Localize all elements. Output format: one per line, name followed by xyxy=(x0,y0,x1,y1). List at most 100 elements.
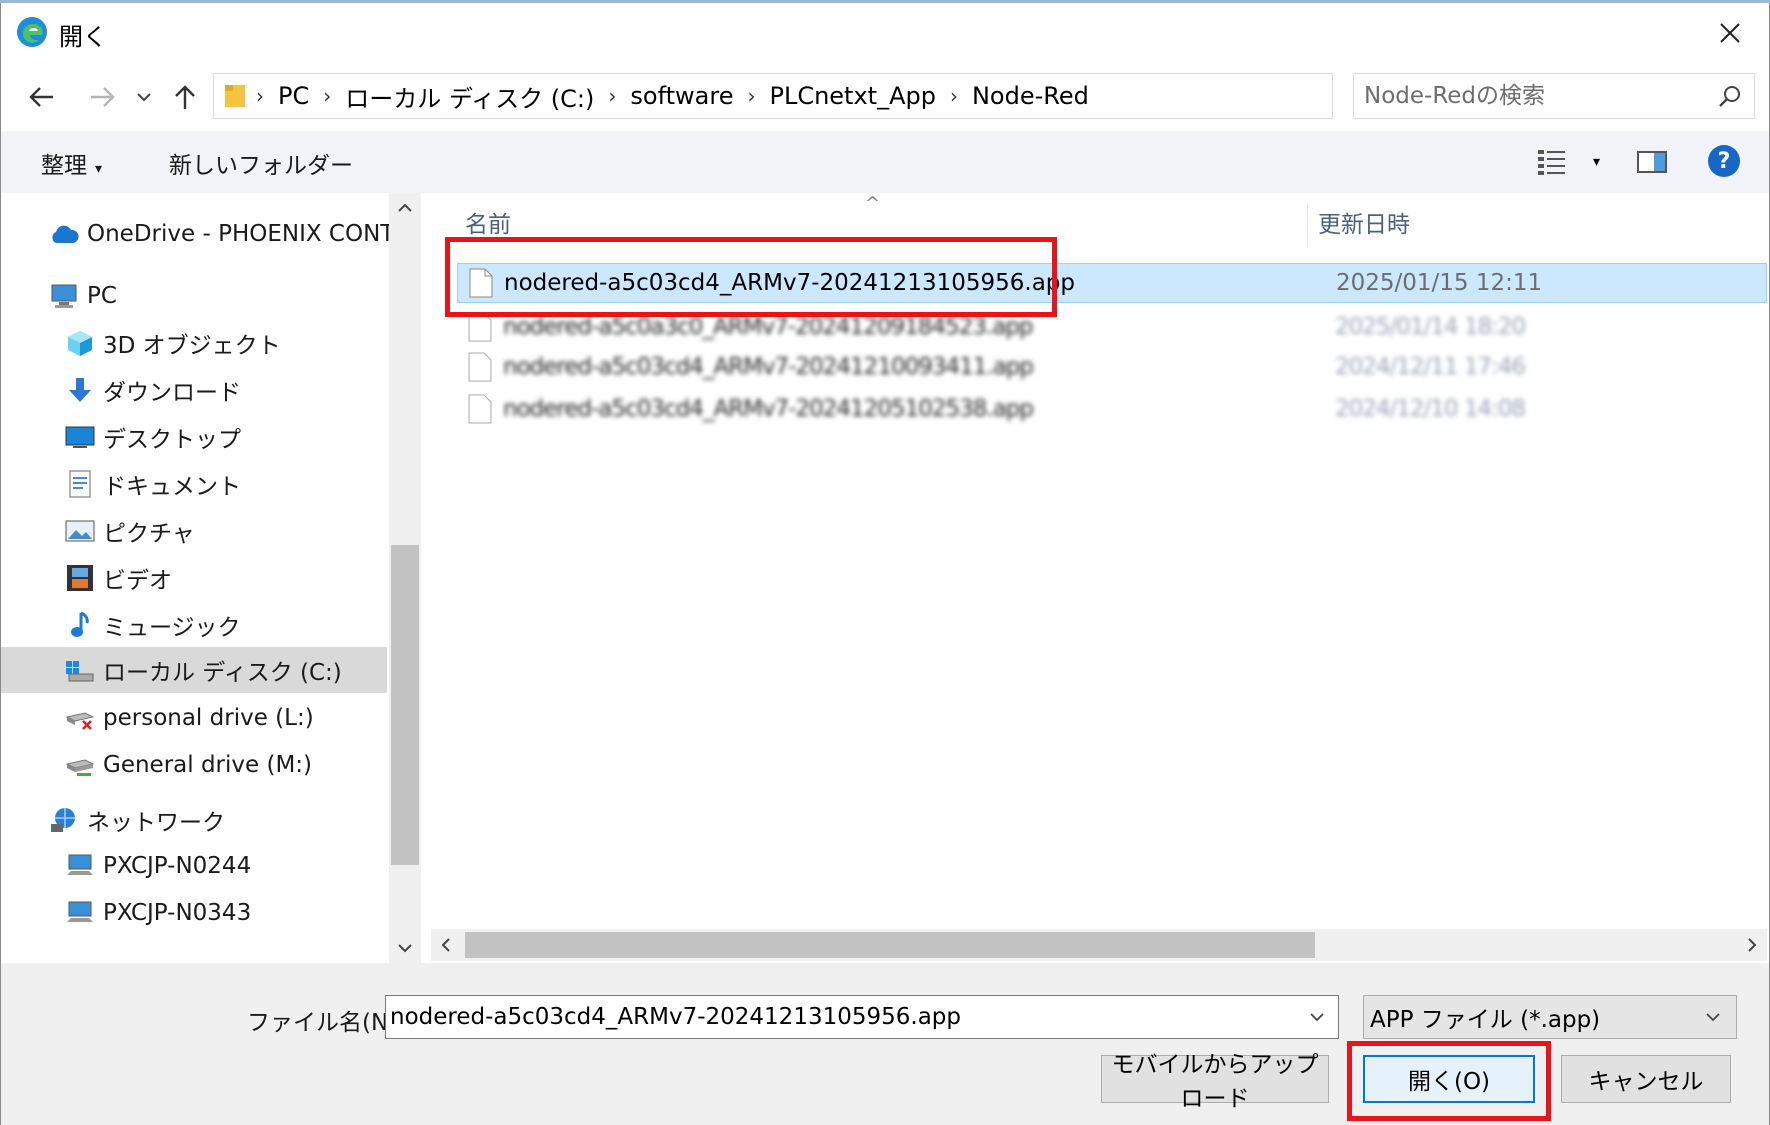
file-list: ^ 名前 更新日時 nodered-a5c03cd4_ARMv7-2024121… xyxy=(425,193,1767,963)
nav-item-personal-drive[interactable]: personal drive (L:) xyxy=(1,695,387,741)
organize-label: 整理 xyxy=(41,153,87,179)
up-button[interactable] xyxy=(165,69,205,125)
scroll-right-button[interactable] xyxy=(1737,929,1767,961)
download-arrow-icon xyxy=(65,375,95,405)
open-file-dialog: 開く › PC › ローカル ディスク (C:) › software › PL… xyxy=(0,3,1770,1125)
breadcrumb: › PC › ローカル ディスク (C:) › software › PLCne… xyxy=(256,74,1089,118)
nav-item-downloads[interactable]: ダウンロード xyxy=(1,367,387,413)
close-button[interactable] xyxy=(1705,11,1755,55)
breadcrumb-separator: › xyxy=(608,84,617,108)
nav-item-label: ドキュメント xyxy=(103,474,241,500)
new-folder-button[interactable]: 新しいフォルダー xyxy=(169,146,353,180)
breadcrumb-item-plcnetxt-app[interactable]: PLCnetxt_App xyxy=(769,82,936,110)
open-button[interactable]: 開く(O) xyxy=(1363,1055,1535,1103)
nav-item-label: ミュージック xyxy=(103,615,241,641)
file-row-selected[interactable]: nodered-a5c03cd4_ARMv7-20241213105956.ap… xyxy=(457,263,1767,303)
filename-label: ファイル名(N): xyxy=(247,1010,405,1036)
file-row[interactable]: nodered-a5c03cd4_ARMv7-20241210093411.ap… xyxy=(457,347,1767,387)
chevron-down-icon xyxy=(398,944,412,953)
search-icon xyxy=(1719,86,1740,107)
recent-locations-button[interactable] xyxy=(129,69,159,125)
scrollbar-thumb[interactable] xyxy=(465,932,1315,958)
filename-dropdown[interactable] xyxy=(1302,1002,1332,1032)
computer-icon xyxy=(49,281,79,311)
navigation-bar: › PC › ローカル ディスク (C:) › software › PLCne… xyxy=(1,69,1769,125)
close-icon xyxy=(1720,23,1740,43)
filename-combobox[interactable] xyxy=(385,995,1339,1039)
nav-item-onedrive[interactable]: OneDrive - PHOENIX CONTA xyxy=(1,211,408,257)
nav-item-pictures[interactable]: ピクチャ xyxy=(1,508,387,554)
edge-browser-icon xyxy=(17,17,47,47)
forward-button[interactable] xyxy=(83,69,123,125)
upload-from-mobile-button[interactable]: モバイルからアップロード xyxy=(1101,1052,1329,1112)
nav-item-general-drive[interactable]: General drive (M:) xyxy=(1,742,387,788)
file-row[interactable]: nodered-a5c0a3c0_ARMv7-20241209184523.ap… xyxy=(457,307,1767,347)
file-icon xyxy=(468,312,492,342)
scrollbar-thumb[interactable] xyxy=(391,545,419,865)
search-input[interactable] xyxy=(1364,81,1694,111)
help-button[interactable]: ? xyxy=(1708,145,1740,177)
nav-item-label: PXCJP-N0343 xyxy=(103,900,252,926)
file-date: 2025/01/14 18:20 xyxy=(1335,314,1526,340)
column-header-name[interactable]: 名前 xyxy=(465,193,511,251)
file-icon xyxy=(469,268,493,298)
breadcrumb-separator: › xyxy=(747,84,756,108)
navigation-pane-scrollbar[interactable] xyxy=(389,193,421,963)
dialog-title: 開く xyxy=(59,23,107,51)
file-date: 2024/12/11 17:46 xyxy=(1335,354,1526,380)
video-icon xyxy=(65,563,95,593)
column-header-date[interactable]: 更新日時 xyxy=(1318,193,1410,251)
scroll-up-button[interactable] xyxy=(389,193,421,223)
sort-indicator: ^ xyxy=(865,193,881,214)
nav-item-videos[interactable]: ビデオ xyxy=(1,555,387,601)
view-options-dropdown[interactable]: ▾ xyxy=(1593,145,1600,179)
back-button[interactable] xyxy=(21,69,61,125)
filetype-select[interactable]: APP ファイル (*.app) xyxy=(1363,995,1737,1039)
music-note-icon xyxy=(65,610,95,640)
nav-item-pxcjp-n0244[interactable]: PXCJP-N0244 xyxy=(1,843,387,889)
nav-item-label: PC xyxy=(87,283,117,309)
address-bar[interactable]: › PC › ローカル ディスク (C:) › software › PLCne… xyxy=(213,73,1539,119)
search-box[interactable] xyxy=(1353,73,1755,119)
breadcrumb-item-software[interactable]: software xyxy=(630,82,733,110)
breadcrumb-item-local-disk[interactable]: ローカル ディスク (C:) xyxy=(345,79,594,114)
breadcrumb-item-node-red[interactable]: Node-Red xyxy=(972,82,1089,110)
chevron-down-icon xyxy=(1706,1013,1720,1022)
file-icon xyxy=(468,352,492,382)
change-view-button[interactable] xyxy=(1537,145,1567,179)
chevron-down-icon xyxy=(137,93,151,102)
desktop-icon xyxy=(65,422,95,452)
scroll-left-button[interactable] xyxy=(431,929,461,961)
filetype-dropdown[interactable] xyxy=(1698,1002,1728,1032)
nav-item-documents[interactable]: ドキュメント xyxy=(1,461,387,507)
file-date: 2025/01/15 12:11 xyxy=(1336,270,1543,296)
nav-item-label: General drive (M:) xyxy=(103,752,313,778)
nav-item-label: ネットワーク xyxy=(87,810,225,836)
preview-pane-icon xyxy=(1637,151,1667,173)
folder-icon xyxy=(225,85,245,107)
nav-item-label: ローカル ディスク (C:) xyxy=(103,660,342,686)
filename-input[interactable] xyxy=(390,1002,1290,1032)
network-computer-icon xyxy=(65,851,95,881)
nav-item-local-disk[interactable]: ローカル ディスク (C:) xyxy=(1,647,387,693)
breadcrumb-item-pc[interactable]: PC xyxy=(278,82,309,110)
organize-button[interactable]: 整理 ▾ xyxy=(41,146,102,180)
command-bar: 整理 ▾ 新しいフォルダー ▾ ? xyxy=(1,131,1769,193)
network-computer-icon xyxy=(65,898,95,928)
file-date: 2024/12/10 14:08 xyxy=(1335,396,1526,422)
chevron-up-icon xyxy=(398,203,412,212)
preview-pane-button[interactable] xyxy=(1637,145,1667,179)
nav-item-desktop[interactable]: デスクトップ xyxy=(1,414,387,460)
nav-item-pxcjp-n0343[interactable]: PXCJP-N0343 xyxy=(1,890,387,936)
file-row[interactable]: nodered-a5c03cd4_ARMv7-20241205102538.ap… xyxy=(457,389,1767,429)
file-name: nodered-a5c0a3c0_ARMv7-20241209184523.ap… xyxy=(503,314,1034,340)
cancel-button[interactable]: キャンセル xyxy=(1561,1055,1731,1103)
nav-item-pc[interactable]: PC xyxy=(1,273,387,319)
column-divider[interactable] xyxy=(1307,203,1308,247)
file-list-horizontal-scrollbar[interactable] xyxy=(431,929,1767,961)
nav-item-music[interactable]: ミュージック xyxy=(1,602,387,648)
nav-item-network[interactable]: ネットワーク xyxy=(1,797,387,843)
file-name: nodered-a5c03cd4_ARMv7-20241210093411.ap… xyxy=(503,354,1034,380)
scroll-down-button[interactable] xyxy=(389,933,421,963)
nav-item-3d-objects[interactable]: 3D オブジェクト xyxy=(1,320,387,366)
